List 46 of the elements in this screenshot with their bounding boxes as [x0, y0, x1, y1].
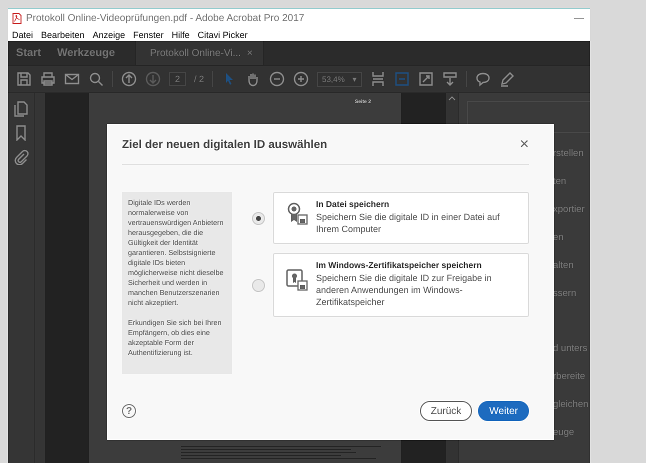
option-description: Speichern Sie die digitale ID zur Freigabe in anderen Anwendungen im Windows-Zertifikatspeicher [316, 272, 493, 308]
pages-icon[interactable] [13, 101, 29, 117]
certificate-icon [286, 202, 308, 226]
scroll-mode-icon[interactable] [442, 71, 458, 87]
menu-item[interactable]: Fenster [133, 30, 164, 40]
arrow-up-icon[interactable] [121, 71, 137, 87]
mail-icon[interactable] [64, 71, 80, 87]
option-card[interactable]: In Datei speichern Speichern Sie die digitale ID in einer Datei auf Ihrem Computer [273, 192, 529, 244]
option-description: Speichern Sie die digitale ID in einer Datei auf Ihrem Computer [316, 211, 501, 235]
dialog-title: Ziel der neuen digitalen ID auswählen [122, 139, 328, 151]
radio-button[interactable] [252, 278, 265, 292]
paperclip-icon[interactable] [13, 149, 29, 165]
zoom-out-icon[interactable] [269, 71, 286, 87]
back-button[interactable]: Zurück [420, 401, 472, 421]
tab[interactable]: Start [8, 41, 50, 65]
page-total: / 2 [194, 74, 204, 84]
save-icon[interactable] [16, 71, 32, 87]
full-screen-icon[interactable] [418, 71, 434, 87]
tab[interactable]: Werkzeuge [49, 41, 123, 65]
page-number-field[interactable]: 2 [169, 72, 186, 86]
zoom-dropdown[interactable]: 53,4% ▾ [317, 72, 362, 86]
pen-icon[interactable] [498, 71, 515, 87]
help-button[interactable]: ? [122, 404, 136, 418]
zoom-in-icon[interactable] [293, 71, 310, 87]
fit-page-icon[interactable] [370, 71, 386, 87]
search-icon[interactable] [88, 71, 104, 87]
menu-item[interactable]: Anzeige [92, 30, 126, 40]
tab[interactable]: Protokoll Online-Vi... × [134, 41, 264, 65]
pdf-file-icon [12, 13, 22, 24]
close-button[interactable]: × [520, 137, 529, 153]
window-title: Protokoll Online-Videoprüfungen.pdf - Adobe Acrobat Pro 2017 [26, 13, 306, 24]
certificate-icon [286, 268, 308, 292]
menu-item[interactable]: Datei [12, 30, 34, 40]
menu-item[interactable]: Citavi Picker [198, 30, 248, 40]
option-title: In Datei speichern [316, 199, 390, 209]
menu-item[interactable]: Hilfe [172, 30, 190, 40]
comment-icon[interactable] [474, 71, 491, 87]
radio-button[interactable] [252, 212, 265, 224]
tab-close-button[interactable]: × [246, 48, 253, 58]
menu-item[interactable]: Bearbeiten [41, 30, 85, 40]
next-button[interactable]: Weiter [478, 401, 529, 421]
option-card[interactable]: Im Windows-Zertifikatspeicher speichern Speichern Sie die digitale ID zur Freigabe in anderen Anwendungen im Windows-Zertifikatspeicher [273, 253, 529, 317]
option-title: Im Windows-Zertifikatspeicher speichern [316, 260, 483, 270]
print-icon[interactable] [40, 71, 56, 87]
scroll-up-icon[interactable] [448, 95, 456, 101]
minimize-button[interactable]: — [574, 13, 584, 24]
